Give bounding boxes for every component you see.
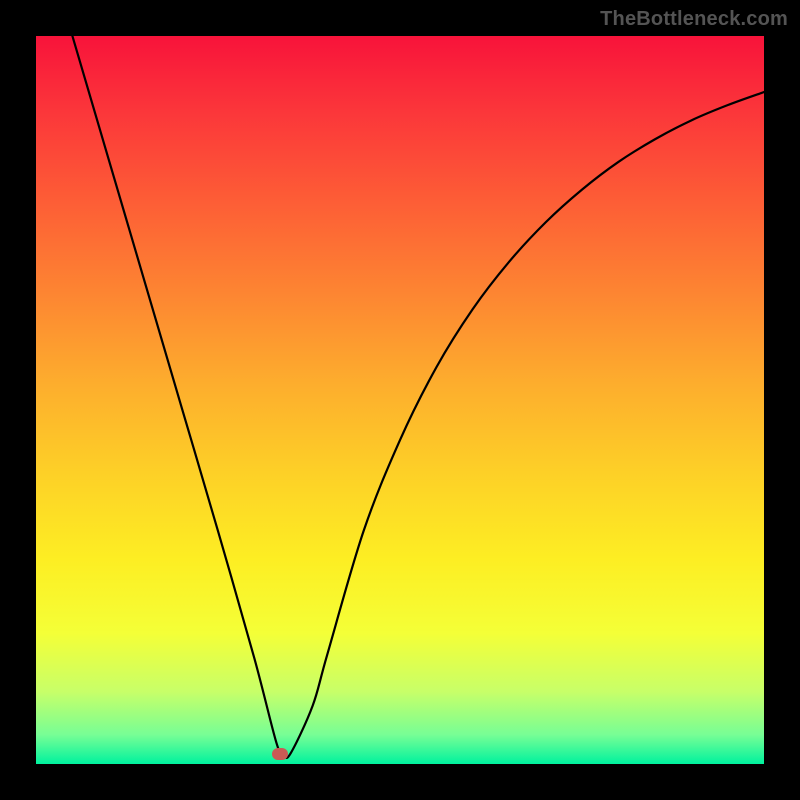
plot-area <box>36 36 764 764</box>
chart-frame: TheBottleneck.com <box>0 0 800 800</box>
optimal-marker <box>272 748 288 760</box>
bottleneck-curve <box>36 36 764 764</box>
watermark-text: TheBottleneck.com <box>600 8 788 31</box>
